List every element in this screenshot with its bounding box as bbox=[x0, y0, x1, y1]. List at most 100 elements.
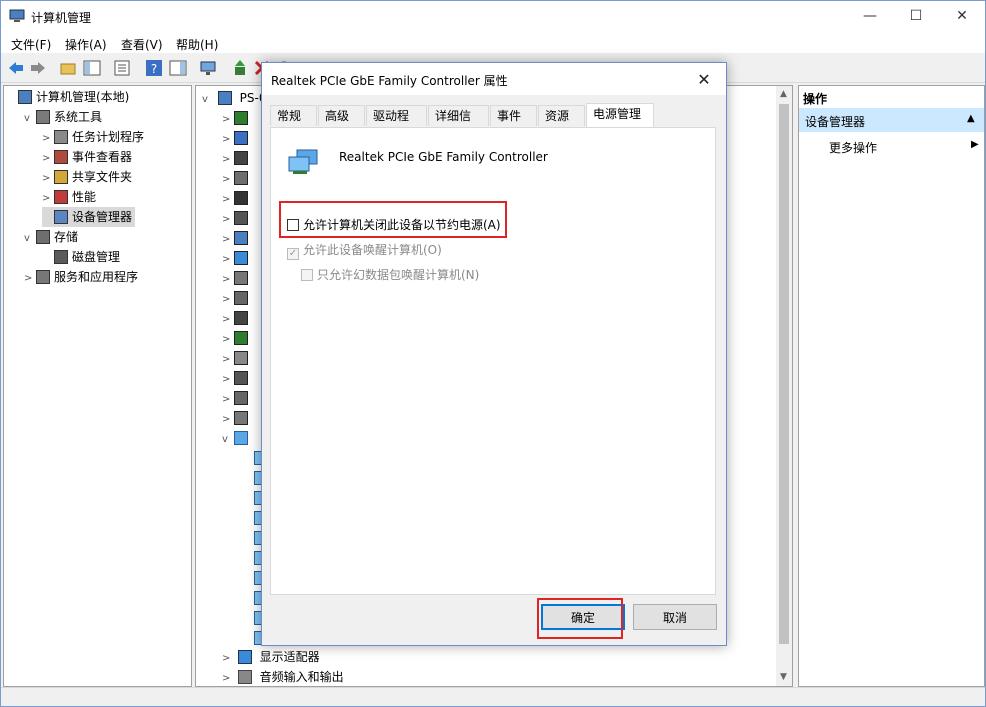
back-icon[interactable] bbox=[7, 59, 25, 77]
device-category-row[interactable]: > bbox=[222, 148, 252, 168]
device-category-row[interactable]: > bbox=[222, 308, 252, 328]
device-category-row[interactable]: > bbox=[222, 348, 252, 368]
expand-arrow-icon[interactable]: > bbox=[222, 290, 234, 310]
tree-item[interactable]: > 共享文件夹 bbox=[42, 167, 132, 187]
device-category-row[interactable]: > bbox=[222, 288, 252, 308]
menu-file[interactable]: 文件(F) bbox=[11, 36, 51, 53]
tree-item[interactable]: v 系统工具 bbox=[24, 107, 102, 127]
magic-packet-checkbox[interactable] bbox=[301, 269, 313, 281]
maximize-button[interactable]: ☐ bbox=[893, 1, 939, 31]
menu-help[interactable]: 帮助(H) bbox=[176, 36, 218, 53]
monitor-icon[interactable] bbox=[199, 59, 217, 77]
expand-arrow-icon[interactable]: > bbox=[42, 169, 54, 189]
scroll-down-arrow-icon[interactable]: ▼ bbox=[780, 672, 787, 682]
properties-icon[interactable] bbox=[113, 59, 131, 77]
device-category-row[interactable]: > bbox=[222, 408, 252, 428]
device-category-row[interactable]: > bbox=[222, 268, 252, 288]
device-category-network-adapters[interactable]: v bbox=[222, 428, 252, 448]
more-actions-item[interactable]: 更多操作 ▶ bbox=[799, 136, 984, 156]
device-tree-root[interactable]: v PS-0 bbox=[202, 88, 266, 108]
allow-wake-checkbox[interactable]: ✓ bbox=[287, 248, 299, 260]
help-icon[interactable]: ? bbox=[145, 59, 163, 77]
device-category-row[interactable]: > bbox=[222, 128, 252, 148]
option-magic-packet-only[interactable]: 只允许幻数据包唤醒计算机(N) bbox=[301, 266, 479, 283]
expand-arrow-icon[interactable]: > bbox=[222, 270, 234, 290]
tab-power-management[interactable]: 电源管理 bbox=[586, 103, 654, 127]
up-folder-icon[interactable] bbox=[59, 59, 77, 77]
expand-arrow-icon[interactable]: > bbox=[222, 150, 234, 170]
tab-events[interactable]: 事件 bbox=[490, 105, 537, 126]
expand-arrow-icon[interactable]: > bbox=[42, 189, 54, 209]
dialog-title: Realtek PCIe GbE Family Controller 属性 bbox=[271, 74, 508, 88]
minimize-button[interactable]: — bbox=[847, 1, 893, 31]
cancel-button[interactable]: 取消 bbox=[633, 604, 717, 630]
expand-arrow-icon[interactable]: > bbox=[42, 149, 54, 169]
tree-item[interactable]: 计算机管理(本地) bbox=[6, 87, 129, 107]
expand-arrow-icon[interactable]: > bbox=[222, 370, 234, 390]
close-button[interactable]: ✕ bbox=[939, 1, 985, 31]
tree-item[interactable]: > 任务计划程序 bbox=[42, 127, 144, 147]
tree-item[interactable]: 磁盘管理 bbox=[42, 247, 120, 267]
tab-advanced[interactable]: 高级 bbox=[318, 105, 365, 126]
device-category-row[interactable]: > bbox=[222, 188, 252, 208]
menu-view[interactable]: 查看(V) bbox=[121, 36, 163, 53]
vertical-scrollbar[interactable]: ▲ ▼ bbox=[776, 86, 792, 686]
tree-item[interactable]: > 服务和应用程序 bbox=[24, 267, 138, 287]
tab-general[interactable]: 常规 bbox=[270, 105, 317, 126]
tree-item[interactable]: 设备管理器 bbox=[42, 207, 136, 227]
scroll-up-arrow-icon[interactable]: ▲ bbox=[780, 89, 787, 99]
power-management-panel: Realtek PCIe GbE Family Controller 允许计算机… bbox=[270, 127, 716, 595]
device-category-row[interactable]: > bbox=[222, 108, 252, 128]
expand-arrow-icon[interactable]: > bbox=[222, 390, 234, 410]
expand-arrow-icon[interactable]: > bbox=[222, 310, 234, 330]
device-category-row[interactable]: > bbox=[222, 208, 252, 228]
expand-arrow-icon[interactable]: > bbox=[222, 669, 234, 689]
update-driver-icon[interactable] bbox=[231, 59, 249, 77]
expand-arrow-icon[interactable]: > bbox=[222, 250, 234, 270]
device-category-icon bbox=[234, 411, 248, 425]
expand-arrow-icon[interactable]: > bbox=[222, 210, 234, 230]
menu-action[interactable]: 操作(A) bbox=[65, 36, 107, 53]
expand-arrow-icon[interactable]: > bbox=[222, 170, 234, 190]
device-category-icon bbox=[234, 151, 248, 165]
scroll-thumb[interactable] bbox=[779, 104, 789, 644]
tree-item-label: 计算机管理(本地) bbox=[36, 90, 130, 104]
expand-arrow-icon[interactable]: > bbox=[222, 190, 234, 210]
device-category-audio-io[interactable]: > 音频输入和输出 bbox=[222, 667, 344, 687]
device-category-row[interactable]: > bbox=[222, 388, 252, 408]
collapse-arrow-icon[interactable]: v bbox=[24, 229, 36, 249]
expand-arrow-icon[interactable]: > bbox=[222, 410, 234, 430]
tree-item[interactable]: v 存储 bbox=[24, 227, 78, 247]
tab-resources[interactable]: 资源 bbox=[538, 105, 585, 126]
device-category-row[interactable]: > bbox=[222, 168, 252, 188]
collapse-arrow-icon[interactable]: v bbox=[222, 430, 234, 450]
collapse-up-icon[interactable]: ▲ bbox=[967, 113, 975, 124]
tree-item[interactable]: > 性能 bbox=[42, 187, 96, 207]
expand-arrow-icon[interactable]: > bbox=[24, 269, 36, 289]
expand-arrow-icon[interactable]: > bbox=[222, 130, 234, 150]
tab-driver[interactable]: 驱动程序 bbox=[366, 105, 427, 144]
dialog-close-button[interactable]: ✕ bbox=[684, 63, 724, 95]
action-pane-icon[interactable] bbox=[169, 59, 187, 77]
expand-arrow-icon[interactable]: > bbox=[222, 649, 234, 669]
tree-item[interactable]: > 事件查看器 bbox=[42, 147, 132, 167]
collapse-arrow-icon[interactable]: v bbox=[24, 109, 36, 129]
device-category-row[interactable]: > bbox=[222, 228, 252, 248]
collapse-arrow-icon[interactable]: v bbox=[202, 90, 214, 110]
actions-section-device-manager[interactable]: 设备管理器 ▲ bbox=[799, 108, 984, 132]
device-category-icon bbox=[234, 311, 248, 325]
expand-arrow-icon[interactable]: > bbox=[222, 330, 234, 350]
device-category-row[interactable]: > bbox=[222, 368, 252, 388]
expand-arrow-icon[interactable]: > bbox=[222, 230, 234, 250]
option-allow-wake[interactable]: ✓ 允许此设备唤醒计算机(O) bbox=[287, 241, 442, 260]
status-bar bbox=[1, 687, 985, 706]
device-category-row[interactable]: > bbox=[222, 248, 252, 268]
expand-arrow-icon[interactable]: > bbox=[222, 350, 234, 370]
expand-arrow-icon[interactable]: > bbox=[42, 129, 54, 149]
device-category-row[interactable]: > bbox=[222, 328, 252, 348]
forward-icon[interactable] bbox=[29, 59, 47, 77]
tab-details[interactable]: 详细信息 bbox=[428, 105, 489, 144]
device-category-display-adapters[interactable]: > 显示适配器 bbox=[222, 647, 320, 667]
show-tree-icon[interactable] bbox=[83, 59, 101, 77]
expand-arrow-icon[interactable]: > bbox=[222, 110, 234, 130]
